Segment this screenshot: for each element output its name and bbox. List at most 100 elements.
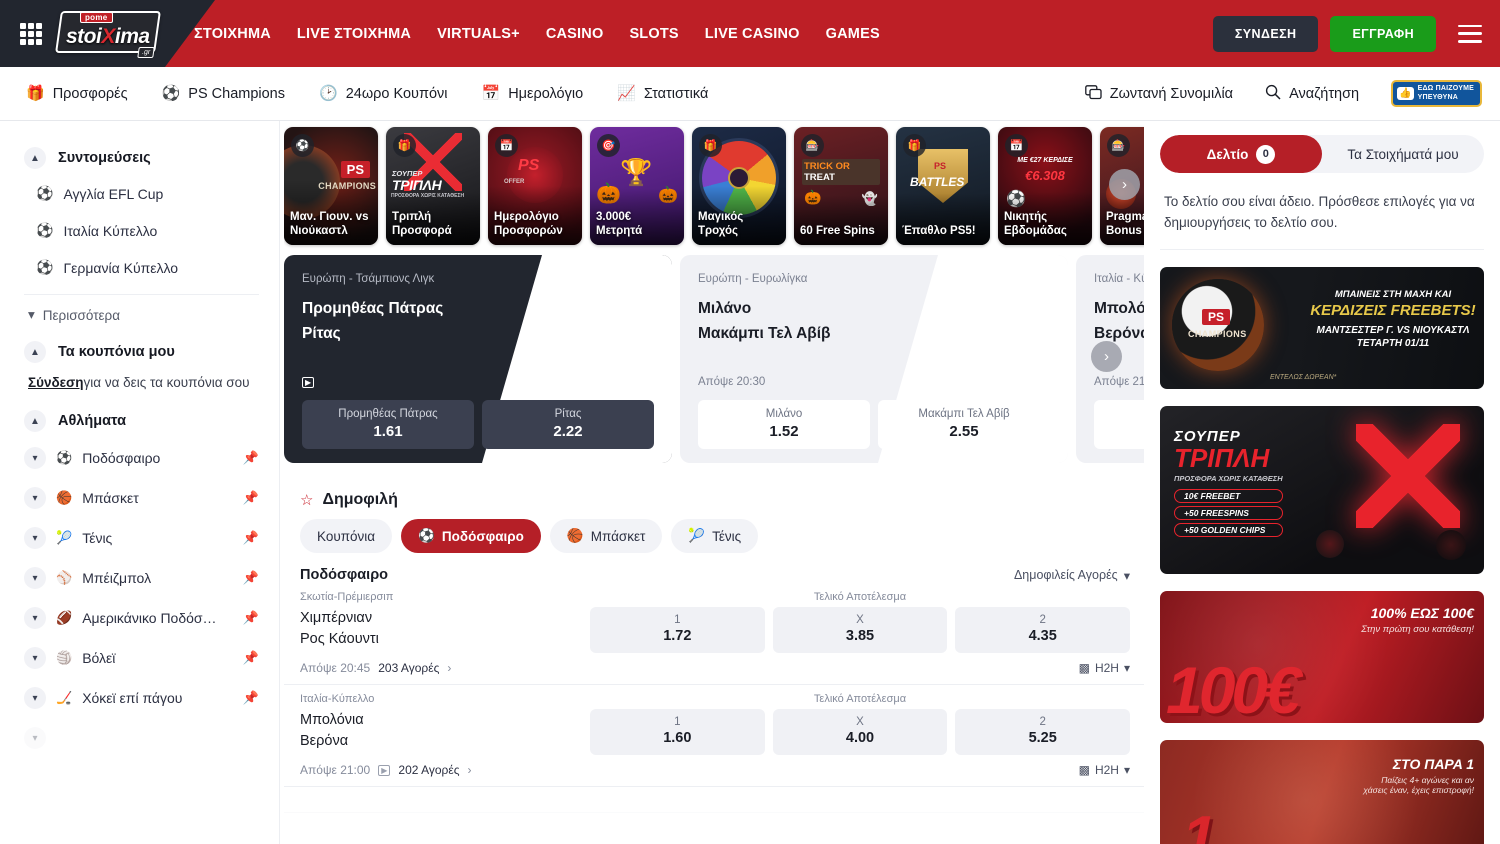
chevron-down-icon[interactable]: ▾	[24, 647, 46, 669]
matches-next-arrow-icon[interactable]: ›	[1091, 341, 1122, 372]
sidebar-item-ice-hockey[interactable]: ▾ 🏒 Χόκεϊ επί πάγου 📌	[24, 678, 259, 718]
promo-card[interactable]: 🎁 Μαγικός Τροχός	[692, 127, 786, 245]
sidebar-item-germany-cup[interactable]: ⚽ Γερμανία Κύπελλο	[24, 249, 259, 286]
tab-tennis[interactable]: 🎾 Τένις	[671, 519, 758, 553]
nav-item-virtuals[interactable]: VIRTUALS+	[437, 22, 520, 46]
subnav-item-ps-champions[interactable]: ⚽ PS Champions	[162, 86, 285, 102]
odd-button[interactable]: Μιλάνο 1.52	[698, 400, 870, 449]
nav-item-games[interactable]: GAMES	[826, 22, 880, 46]
nav-item-live-stoixima[interactable]: LIVE ΣΤΟΙΧΗΜΑ	[297, 22, 411, 46]
login-button[interactable]: ΣΥΝΔΕΣΗ	[1213, 16, 1319, 52]
nav-item-casino[interactable]: CASINO	[546, 22, 604, 46]
markets-selector[interactable]: Δημοφιλείς Αγορές ▾	[1014, 568, 1130, 583]
nav-item-slots[interactable]: SLOTS	[629, 22, 678, 46]
nav-item-live-casino[interactable]: LIVE CASINO	[705, 22, 800, 46]
promos-next-arrow-icon[interactable]: ›	[1109, 169, 1140, 200]
odd-button-2[interactable]: 2 4.35	[955, 607, 1130, 653]
live-chat-button[interactable]: Ζωντανή Συνομιλία	[1085, 85, 1233, 103]
pin-icon[interactable]: 📌	[243, 650, 259, 666]
pin-icon[interactable]: 📌	[243, 490, 259, 506]
chevron-down-icon[interactable]: ▾	[24, 527, 46, 549]
event-info[interactable]: Σκωτία-Πρέμιερσιπ Χιμπέρνιαν Ρος Κάουντι	[300, 591, 590, 653]
odd-button-x[interactable]: X 4.00	[773, 709, 948, 755]
odd-button-1[interactable]: 1 1.60	[590, 709, 765, 755]
subnav-item-statistics[interactable]: 📈 Στατιστικά	[617, 86, 708, 102]
subnav-label-24h-coupon: 24ωρο Κουπόνι	[346, 86, 448, 102]
promo-card[interactable]: 🏆 🎃 🎃 🎯 3.000€ Μετρητά	[590, 127, 684, 245]
pin-icon[interactable]: 📌	[243, 610, 259, 626]
responsible-gaming-badge[interactable]: 👍 ΕΔΩ ΠΑΙΖΟΥΜΕ ΥΠΕΥΘΥΝΑ	[1391, 80, 1482, 107]
match-league: Ιταλία - Κύπελλο	[1094, 273, 1144, 285]
register-button[interactable]: ΕΓΓΡΑΦΗ	[1330, 16, 1436, 52]
sidebar-section-my-coupons[interactable]: ▲ Τα κουπόνια μου	[24, 341, 259, 363]
sidebar-item-partial[interactable]: ▾	[24, 718, 259, 758]
odd-button[interactable]: Μακάμπι Τελ Αβίβ 2.55	[878, 400, 1050, 449]
hamburger-menu-icon[interactable]	[1458, 25, 1482, 43]
chevron-down-icon[interactable]: ▾	[24, 567, 46, 589]
tab-betslip[interactable]: Δελτίο 0	[1160, 135, 1322, 173]
promo-card[interactable]: PS CHAMPIONS ⚽ Μαν. Γιουν. vs Νιούκαστλ	[284, 127, 378, 245]
sidebar-item-tennis[interactable]: ▾ 🎾 Τένις 📌	[24, 518, 259, 558]
chevron-down-icon[interactable]: ▾	[24, 607, 46, 629]
promo-card[interactable]: ΜΕ €27 ΚΕΡΔΙΣΕ €6.308 ⚽ 📅 Νικητής Εβδομά…	[998, 127, 1092, 245]
featured-match-card[interactable]: Ευρώπη - Τσάμπιονς Λιγκ Προμηθέας Πάτρας…	[284, 255, 672, 463]
odd-button[interactable]: 1 1.60	[1094, 400, 1144, 449]
chevron-down-icon[interactable]: ▾	[24, 447, 46, 469]
tab-football[interactable]: ⚽ Ποδόσφαιρο	[401, 519, 541, 553]
subnav-item-24h-coupon[interactable]: 🕑 24ωρο Κουπόνι	[319, 86, 448, 102]
chevron-right-icon[interactable]: ›	[468, 763, 472, 777]
search-button[interactable]: Αναζήτηση	[1265, 84, 1359, 103]
logo-domain-suffix: .gr	[137, 47, 155, 58]
event-info[interactable]: Ιταλία-Κύπελλο Μπολόνια Βερόνα	[300, 693, 590, 755]
odd-value: 1.52	[702, 423, 866, 440]
odd-button-x[interactable]: X 3.85	[773, 607, 948, 653]
promo-card[interactable]: PS OFFER 📅 Ημερολόγιο Προσφορών	[488, 127, 582, 245]
promo-banner[interactable]: ΣΟΥΠΕΡ ΤΡΙΠΛΗ ΠΡΟΣΦΟΡΑ ΧΩΡΙΣ ΚΑΤΑΘΕΣΗ 10…	[1160, 406, 1484, 574]
sidebar-item-basketball[interactable]: ▾ 🏀 Μπάσκετ 📌	[24, 478, 259, 518]
tab-basketball[interactable]: 🏀 Μπάσκετ	[550, 519, 662, 553]
h2h-button[interactable]: ▩ H2H ▾	[1079, 763, 1130, 777]
pin-icon[interactable]: 📌	[243, 530, 259, 546]
sidebar-item-american-football[interactable]: ▾ 🏈 Αμερικάνικο Ποδόσ… 📌	[24, 598, 259, 638]
sidebar-item-italy-cup[interactable]: ⚽ Ιταλία Κύπελλο	[24, 212, 259, 249]
event-league: Ιταλία-Κύπελλο	[300, 693, 590, 710]
tab-my-bets[interactable]: Τα Στοιχήματά μου	[1322, 135, 1484, 173]
sidebar-item-football[interactable]: ▾ ⚽ Ποδόσφαιρο 📌	[24, 438, 259, 478]
promo-card[interactable]: PS BATTLES 🎁 Έπαθλο PS5!	[896, 127, 990, 245]
site-logo[interactable]: pome stoiXima .gr	[58, 9, 158, 59]
odd-button-1[interactable]: 1 1.72	[590, 607, 765, 653]
pin-icon[interactable]: 📌	[243, 570, 259, 586]
sidebar-item-efl-cup[interactable]: ⚽ Αγγλία EFL Cup	[24, 175, 259, 212]
banner-line-3: χάσεις έναν, έχεις επιστροφή!	[1363, 785, 1474, 795]
sidebar-item-volleyball[interactable]: ▾ 🏐 Βόλεϊ 📌	[24, 638, 259, 678]
subnav-item-calendar[interactable]: 📅 Ημερολόγιο	[482, 86, 584, 102]
chevron-down-icon[interactable]: ▾	[24, 487, 46, 509]
tab-coupons[interactable]: Κουπόνια	[300, 519, 392, 553]
pin-icon[interactable]: 📌	[243, 450, 259, 466]
promo-card[interactable]: TRICK OR TREAT 🎃 👻 🎰 60 Free Spins	[794, 127, 888, 245]
sidebar-section-shortcuts[interactable]: ▲ Συντομεύσεις	[24, 147, 259, 169]
sidebar-section-sports[interactable]: ▲ Αθλήματα	[24, 410, 259, 432]
promo-banner[interactable]: 1 ΣΤΟ ΠΑΡΑ 1 Παίζεις 4+ αγώνες και αν χά…	[1160, 740, 1484, 844]
chevron-up-icon: ▲	[24, 410, 46, 432]
odd-button-2[interactable]: 2 5.25	[955, 709, 1130, 755]
promo-card[interactable]: ΣΟΥΠΕΡ ΤΡΙΠΛΗ ΠΡΟΣΦΟΡΑ ΧΩΡΙΣ ΚΑΤΑΘΕΣΗ 🎁 …	[386, 127, 480, 245]
event-markets-count[interactable]: 202 Αγορές	[398, 763, 459, 777]
h2h-button[interactable]: ▩ H2H ▾	[1079, 661, 1130, 675]
odd-button[interactable]: Προμηθέας Πάτρας 1.61	[302, 400, 474, 449]
event-markets-count[interactable]: 203 Αγορές	[378, 661, 439, 675]
sidebar-item-baseball[interactable]: ▾ ⚾ Μπέιζμπολ 📌	[24, 558, 259, 598]
chevron-down-icon[interactable]: ▾	[24, 687, 46, 709]
chevron-right-icon[interactable]: ›	[447, 661, 451, 675]
pin-icon[interactable]: 📌	[243, 690, 259, 706]
nav-item-stoixima[interactable]: ΣΤΟΙΧΗΜΑ	[194, 22, 271, 46]
sidebar-more-shortcuts[interactable]: ▾ Περισσότερα	[24, 299, 259, 331]
featured-match-card[interactable]: Ευρώπη - Ευρωλίγκα Μιλάνο Μακάμπι Τελ Αβ…	[680, 255, 1068, 463]
promo-banner[interactable]: 100€ 100% ΕΩΣ 100€ Στην πρώτη σου κατάθε…	[1160, 591, 1484, 723]
promo-banner[interactable]: PS CHAMPIONS ΜΠΑΙΝΕΙΣ ΣΤΗ ΜΑΧΗ ΚΑΙ ΚΕΡΔΙ…	[1160, 267, 1484, 389]
odd-button[interactable]: Ρίτας 2.22	[482, 400, 654, 449]
subnav-item-offers[interactable]: 🎁 Προσφορές	[26, 86, 128, 102]
apps-grid-icon[interactable]	[20, 23, 42, 45]
chevron-down-icon[interactable]: ▾	[24, 727, 46, 749]
coupons-login-link[interactable]: Σύνδεση	[28, 375, 84, 390]
